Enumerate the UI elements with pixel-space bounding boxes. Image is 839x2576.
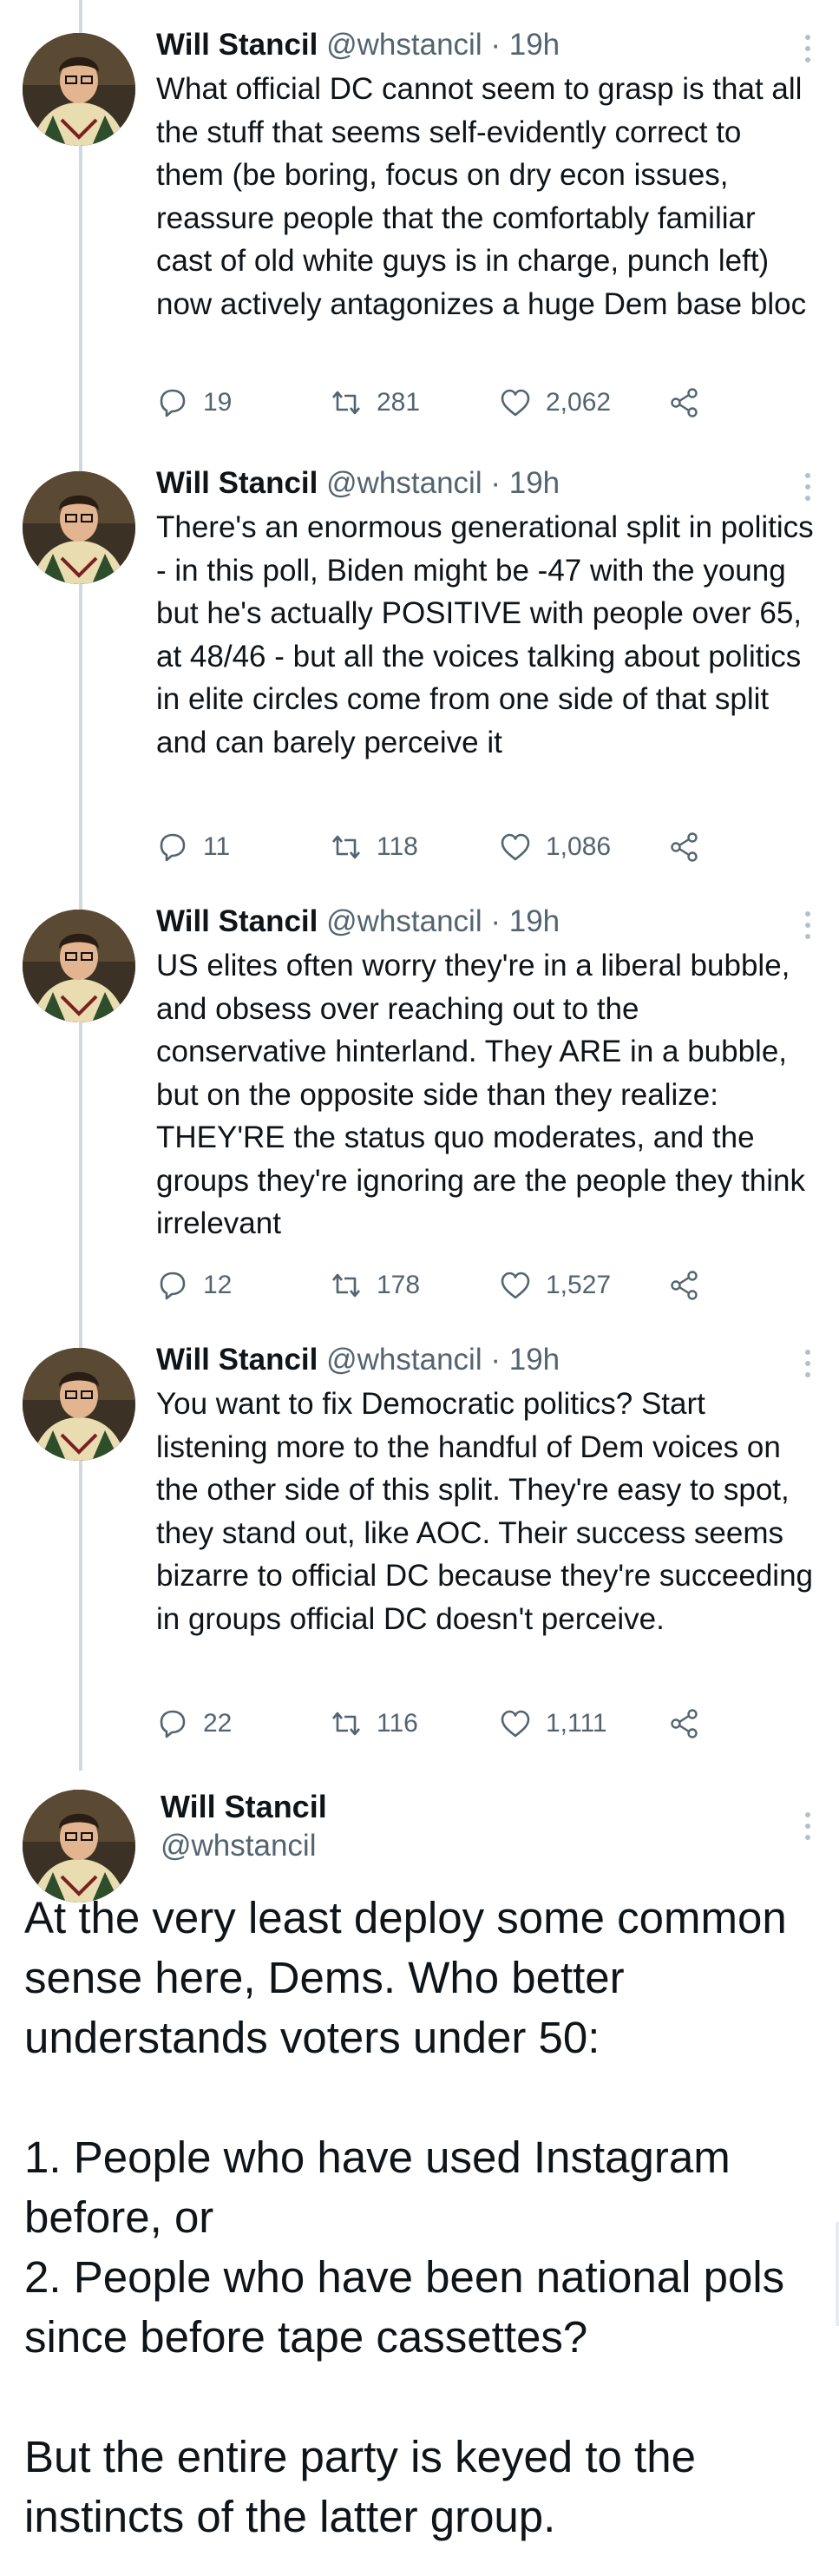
separator: · — [490, 28, 501, 62]
thread-tweet-1[interactable]: Will Stancil @whstancil · 19h What offic… — [0, 0, 839, 438]
list-item: 1. People who have used Instagram before… — [24, 2132, 731, 2242]
share-icon — [671, 1709, 698, 1738]
more-icon[interactable] — [803, 1812, 813, 1847]
like-count: 1,527 — [546, 1271, 612, 1299]
retweet-count: 118 — [377, 832, 418, 861]
avatar[interactable] — [23, 910, 135, 1022]
avatar[interactable] — [23, 1790, 135, 1902]
retweet-icon — [331, 835, 361, 859]
author-name[interactable]: Will Stancil — [156, 1343, 318, 1377]
tweet-text: You want to fix Democratic politics? Sta… — [156, 1387, 813, 1636]
author-handle[interactable]: @whstancil — [161, 1826, 327, 1866]
reply-count: 11 — [203, 832, 231, 861]
reply-button[interactable]: 19 — [156, 386, 232, 419]
retweet-icon — [331, 1273, 361, 1298]
reply-icon — [160, 1710, 186, 1738]
author-name[interactable]: Will Stancil — [156, 904, 318, 938]
like-button[interactable]: 1,527 — [499, 1269, 611, 1302]
author-handle[interactable]: @whstancil — [326, 28, 482, 62]
reply-count: 22 — [203, 1709, 233, 1738]
share-icon — [671, 1271, 698, 1300]
like-button[interactable]: 1,086 — [499, 831, 611, 864]
reply-count: 12 — [203, 1271, 233, 1299]
reply-icon — [160, 389, 186, 417]
reply-icon — [160, 1272, 186, 1300]
retweet-count: 116 — [377, 1709, 418, 1738]
share-button[interactable] — [668, 1269, 701, 1302]
author-handle[interactable]: @whstancil — [326, 1343, 482, 1377]
retweet-button[interactable]: 178 — [330, 1269, 420, 1302]
share-icon — [671, 832, 698, 862]
timestamp[interactable]: 19h — [509, 1343, 560, 1377]
tweet-header: Will Stancil @whstancil · 19h — [156, 1341, 816, 1379]
tweet-text: US elites often worry they're in a liber… — [156, 949, 806, 1240]
like-icon — [501, 1272, 530, 1299]
tweet-header: Will Stancil @whstancil · 19h — [156, 903, 816, 941]
like-button[interactable]: 2,062 — [499, 386, 611, 419]
tweet-text: At the very least deploy some common sen… — [24, 1888, 831, 2546]
avatar[interactable] — [23, 33, 135, 146]
scrollbar[interactable] — [836, 2222, 839, 2326]
like-count: 1,111 — [546, 1709, 607, 1738]
thread-tweet-3[interactable]: Will Stancil @whstancil · 19h US elites … — [0, 877, 839, 1315]
like-icon — [501, 1710, 530, 1738]
author-handle[interactable]: @whstancil — [326, 904, 482, 938]
reply-button[interactable]: 11 — [156, 831, 230, 864]
tweet-text: There's an enormous generational split i… — [156, 510, 814, 759]
tweet-actions: 22 116 1,111 — [156, 1707, 729, 1745]
timestamp[interactable]: 19h — [509, 28, 560, 62]
reply-button[interactable]: 12 — [156, 1269, 232, 1302]
tweet-paragraph: At the very least deploy some common sen… — [24, 1893, 787, 2062]
share-button[interactable] — [668, 386, 701, 419]
author-name[interactable]: Will Stancil — [161, 1788, 327, 1826]
author-name[interactable]: Will Stancil — [156, 28, 318, 62]
author-name[interactable]: Will Stancil — [156, 466, 318, 500]
tweet-actions: 19 281 2,062 — [156, 386, 729, 424]
separator: · — [490, 904, 501, 938]
author-block: Will Stancil @whstancil — [161, 1788, 327, 1866]
reply-count: 19 — [203, 388, 233, 417]
list-item: 2. People who have been national pols si… — [24, 2252, 785, 2362]
retweet-count: 178 — [377, 1271, 421, 1299]
author-handle[interactable]: @whstancil — [326, 466, 482, 500]
avatar[interactable] — [23, 471, 135, 584]
tweet-header: Will Stancil @whstancil · 19h — [156, 464, 816, 503]
like-icon — [501, 389, 530, 417]
timestamp[interactable]: 19h — [509, 904, 560, 938]
like-count: 2,062 — [546, 388, 612, 417]
thread-tweet-4[interactable]: Will Stancil @whstancil · 19h You want t… — [0, 1315, 839, 1753]
reply-button[interactable]: 22 — [156, 1707, 232, 1740]
tweet-actions: 11 118 1,086 — [156, 831, 729, 869]
share-button[interactable] — [668, 1707, 701, 1740]
main-tweet[interactable]: Will Stancil @whstancil At the very leas… — [0, 1753, 839, 2576]
tweet-paragraph: But the entire party is keyed to the ins… — [24, 2432, 696, 2541]
timestamp[interactable]: 19h — [509, 466, 560, 500]
retweet-button[interactable]: 116 — [330, 1707, 418, 1740]
share-icon — [671, 388, 698, 417]
separator: · — [490, 466, 501, 500]
reply-icon — [160, 833, 186, 862]
retweet-button[interactable]: 281 — [330, 386, 420, 419]
tweet-actions: 12 178 1,527 — [156, 1269, 729, 1307]
retweet-count: 281 — [377, 388, 421, 417]
like-count: 1,086 — [546, 832, 612, 861]
share-button[interactable] — [668, 831, 701, 864]
retweet-icon — [331, 391, 361, 415]
thread-tweet-2[interactable]: Will Stancil @whstancil · 19h There's an… — [0, 438, 839, 877]
like-icon — [501, 833, 530, 861]
separator: · — [490, 1343, 501, 1377]
tweet-header: Will Stancil @whstancil · 19h — [156, 26, 816, 64]
like-button[interactable]: 1,111 — [499, 1707, 607, 1740]
avatar[interactable] — [23, 1348, 135, 1461]
retweet-icon — [331, 1712, 361, 1736]
retweet-button[interactable]: 118 — [330, 831, 418, 864]
tweet-text: What official DC cannot seem to grasp is… — [156, 72, 807, 321]
